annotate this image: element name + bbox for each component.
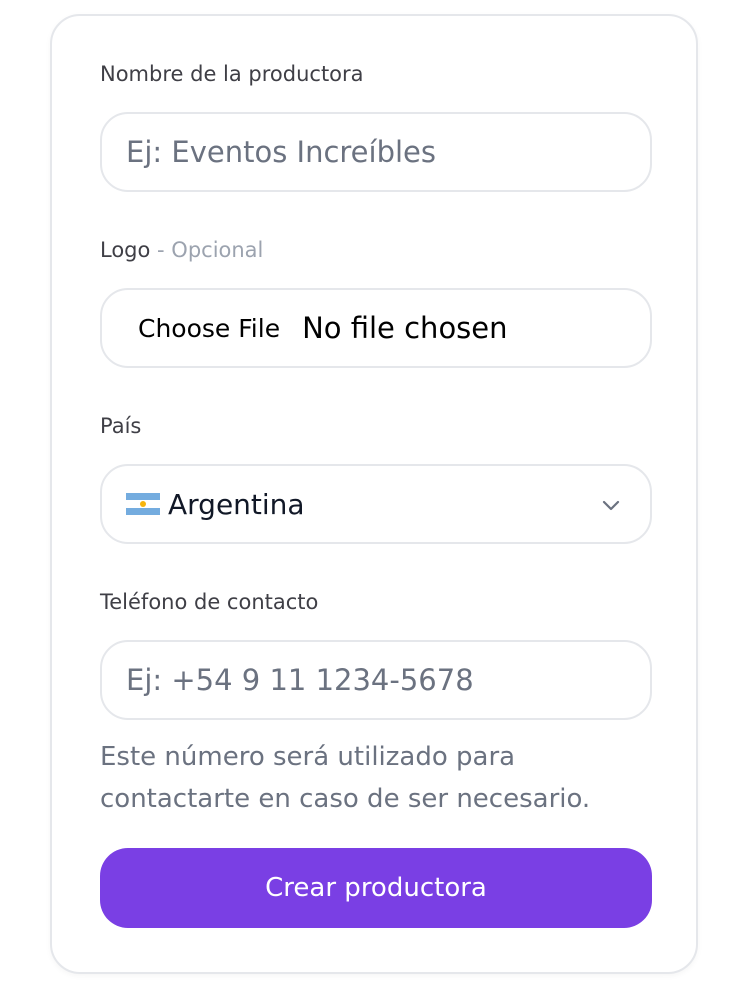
phone-input[interactable] [102, 642, 650, 718]
logo-file-input[interactable]: Choose File No file chosen [100, 288, 652, 368]
phone-helper-text: Este número será utilizado para contacta… [100, 742, 591, 814]
logo-label-text: Logo [100, 238, 151, 262]
optional-tag: - Opcional [150, 238, 264, 262]
phone-field-label: Teléfono de contacto [100, 590, 319, 614]
name-field-box [100, 112, 652, 192]
productora-name-input[interactable] [102, 114, 650, 190]
file-status-text: No file chosen [302, 311, 508, 345]
phone-field-box [100, 640, 652, 720]
country-select[interactable]: Argentina [100, 464, 652, 544]
choose-file-button[interactable]: Choose File [138, 314, 280, 343]
logo-field-label: Logo - Opcional [100, 238, 263, 262]
productora-form-card: Nombre de la productora Logo - Opcional … [50, 14, 698, 974]
country-field-label: País [100, 414, 142, 438]
create-productora-button[interactable]: Crear productora [100, 848, 652, 928]
country-select-value: Argentina [168, 487, 305, 521]
chevron-down-icon [602, 500, 620, 511]
argentina-flag-icon [126, 493, 160, 515]
name-field-label: Nombre de la productora [100, 62, 364, 86]
